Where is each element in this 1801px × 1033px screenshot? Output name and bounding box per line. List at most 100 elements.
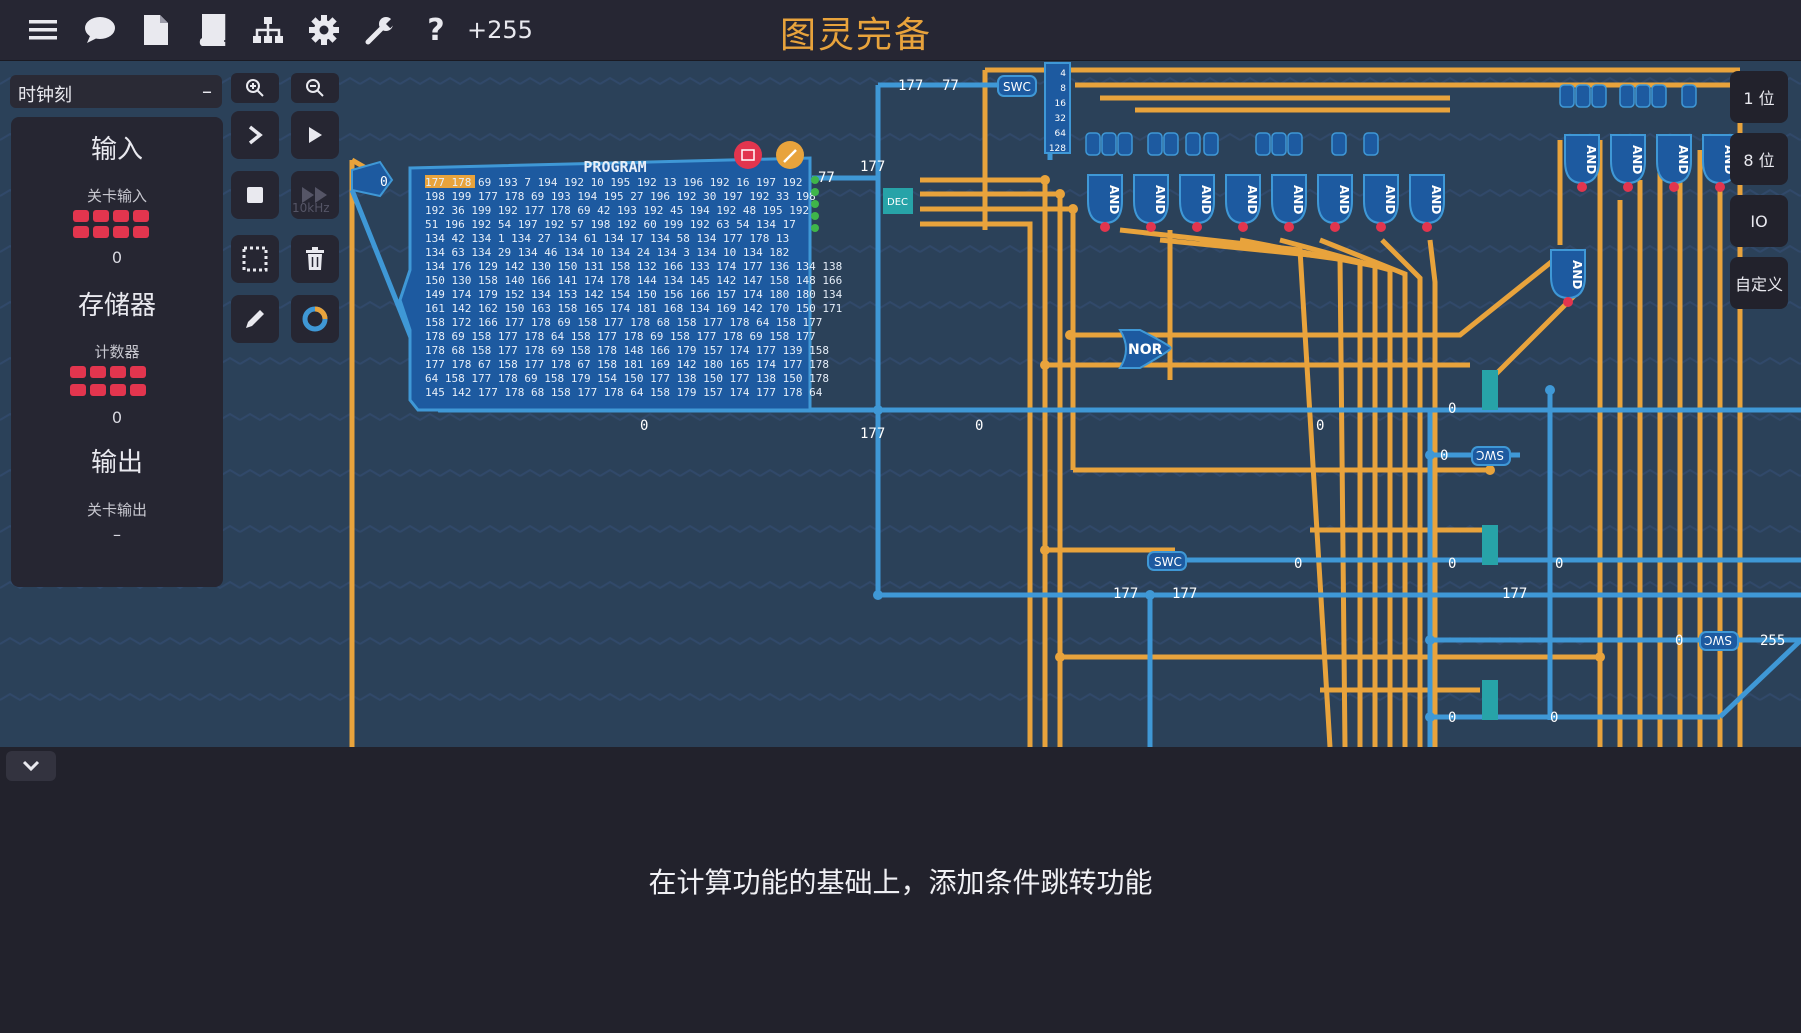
not-gate[interactable] [1271,132,1287,156]
help-icon[interactable]: ? [418,12,454,48]
description-panel: 在计算功能的基础上，添加条件跳转功能 [0,747,1801,1033]
top-bar: ? +255 图灵完备 [0,0,1801,61]
and-label: AND [1676,145,1690,174]
and-label: AND [1383,185,1397,214]
not-gate[interactable] [1085,132,1101,156]
bit-label: 16 [1055,99,1067,109]
not-gate[interactable] [1147,132,1163,156]
output-sub: 关卡输出 [86,501,147,519]
delete-button[interactable] [291,235,339,283]
io-panel: 输入 关卡输入 0 存储器 计数器 0 输出 关卡输出 – [11,117,223,587]
score-value: +255 [467,16,533,44]
not-gate[interactable] [1559,84,1575,108]
program-row: 192 36 199 192 177 178 69 42 193 192 45 … [425,204,809,217]
not-gate[interactable] [1591,84,1607,108]
wire-value: 77 [818,170,835,186]
hierarchy-icon[interactable] [250,12,286,48]
program-row: 64 158 177 178 69 158 179 154 150 177 13… [425,372,829,385]
wire-value: 0 [640,418,648,434]
program-row: 145 142 177 178 68 158 177 178 64 158 17… [425,386,823,399]
wire-value: 77 [942,78,959,94]
memory-sub: 计数器 [94,343,140,361]
program-row: 177 178 69 193 7 194 192 10 195 192 13 1… [425,176,803,189]
and-label: AND [1245,185,1259,214]
not-gate[interactable] [1619,84,1635,108]
tab-1-bit[interactable]: 1 位 [1730,71,1788,123]
book-icon[interactable] [194,12,230,48]
not-gate[interactable] [1681,84,1697,108]
gear-icon[interactable] [306,12,342,48]
not-gate[interactable] [1575,84,1591,108]
wire-value: 177 [1502,586,1527,602]
chat-icon[interactable] [82,12,118,48]
circuit-board[interactable]: PROGRAM 177 178 69 193 7 194 192 10 195 … [0,61,1801,747]
and-label: AND [1630,145,1644,174]
bit-label: 32 [1055,114,1066,124]
step-button[interactable] [231,111,279,159]
not-gate[interactable] [1363,132,1379,156]
wire-value: 0 [1555,556,1563,572]
wire-value: 177 [1172,586,1197,602]
menu-icon[interactable] [25,12,61,48]
not-gate[interactable] [1101,132,1117,156]
program-component[interactable]: PROGRAM 177 178 69 193 7 194 192 10 195 … [398,156,843,412]
input-node-value: 0 [380,175,388,190]
tab-8-bit[interactable]: 8 位 [1730,133,1788,185]
not-gate[interactable] [1203,132,1219,156]
wire-value: 255 [1760,633,1785,649]
program-row: 178 69 158 177 178 64 158 177 178 69 158… [425,330,816,343]
trash-icon [306,247,324,270]
not-gate[interactable] [1651,84,1667,108]
select-button[interactable] [231,235,279,283]
not-gate[interactable] [1287,132,1303,156]
program-row: 177 178 67 158 177 178 67 158 181 169 14… [425,358,829,371]
program-memory-grid: 177 178 69 193 7 194 192 10 195 192 13 1… [425,176,843,399]
program-row: 134 42 134 1 134 27 134 61 134 17 134 58… [425,232,789,245]
bit-label: 8 [1060,84,1066,94]
tab-io[interactable]: IO [1730,195,1788,247]
wire-value: 0 [975,418,983,434]
color-button[interactable] [291,295,339,343]
wire-value: 0 [1448,556,1456,572]
swc-label: SWC [1476,448,1504,462]
input-value: 0 [111,248,123,267]
program-delete-icon[interactable] [734,141,762,169]
collapse-button[interactable] [6,751,56,781]
program-row: 150 130 158 140 166 141 174 178 144 134 … [425,274,842,287]
selection-icon [242,246,268,272]
wire-value: 0 [1675,633,1683,649]
not-gate[interactable] [1255,132,1271,156]
not-gate[interactable] [1635,84,1651,108]
file-icon[interactable] [138,12,174,48]
wrench-icon[interactable] [362,12,398,48]
play-button[interactable] [291,111,339,159]
color-ring-icon [302,306,328,332]
output-title: 输出 [90,448,143,478]
not-gate[interactable] [1331,132,1347,156]
zoom-out-button[interactable] [291,73,339,103]
zoom-in-button[interactable] [231,73,279,103]
program-title: PROGRAM [583,158,646,176]
tab-custom[interactable]: 自定义 [1730,257,1788,309]
bit-label: 128 [1049,144,1066,154]
swc-label: SWC [1704,633,1732,647]
bit-label: 64 [1055,129,1067,139]
clock-select[interactable]: 时钟刻 – [10,75,222,108]
program-row: 158 172 166 177 178 69 158 177 178 68 15… [425,316,822,329]
not-gate[interactable] [1185,132,1201,156]
draw-wire-button[interactable] [231,295,279,343]
wire-value: 177 [898,78,923,94]
program-row: 149 174 179 152 134 153 142 154 150 156 … [425,288,843,301]
stop-button[interactable] [231,171,279,219]
circuit-canvas[interactable]: PROGRAM 177 178 69 193 7 194 192 10 195 … [0,61,1801,747]
stop-icon [247,187,263,203]
input-sub: 关卡输入 [86,187,147,205]
swc-label: SWC [1154,555,1182,569]
wire-value: 0 [1448,401,1456,417]
and-label: AND [1107,185,1121,214]
wire-value: 177 [860,426,885,442]
not-gate[interactable] [1163,132,1179,156]
not-gate[interactable] [1117,132,1133,156]
wire-value: 0 [1440,448,1448,464]
program-row: 178 68 158 177 178 69 158 178 148 166 17… [425,344,829,357]
